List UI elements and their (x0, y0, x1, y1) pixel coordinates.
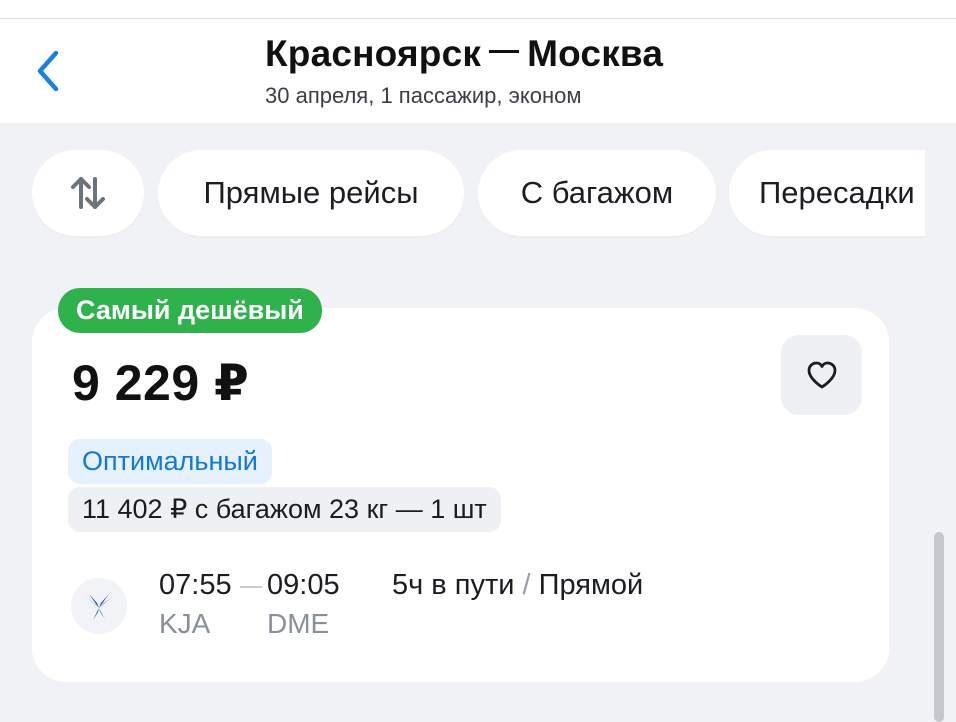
filter-bar: Прямые рейсы С багажом Пересадки (0, 150, 925, 240)
scrollbar[interactable] (934, 532, 944, 722)
filter-chip-baggage[interactable]: С багажом (478, 150, 716, 236)
header: Красноярск Москва 30 апреля, 1 пассажир, … (0, 19, 956, 123)
filter-chip-direct[interactable]: Прямые рейсы (158, 150, 464, 236)
back-button[interactable] (22, 45, 74, 97)
arrival-time: 09:05 (267, 569, 340, 601)
sort-button[interactable] (32, 150, 144, 236)
favorite-button[interactable] (781, 335, 862, 415)
departure-airport-code: KJA (159, 608, 211, 639)
chevron-left-icon (37, 50, 59, 92)
title-from: Красноярск (265, 33, 482, 74)
cheapest-badge: Самый дешёвый (58, 288, 322, 333)
duration-separator: / (522, 569, 531, 601)
title-to: Москва (527, 33, 664, 74)
status-bar-area (0, 0, 956, 19)
flight-type: Прямой (538, 569, 644, 601)
page-subtitle: 30 апреля, 1 пассажир, эконом (265, 83, 582, 108)
optimal-tag: Оптимальный (68, 439, 272, 484)
page-title: Красноярск Москва (265, 33, 663, 75)
heart-icon (807, 361, 836, 389)
airline-bird-icon (85, 594, 113, 620)
departure-time: 07:55 (159, 569, 232, 601)
offer-price: 9 229 ₽ (72, 355, 250, 411)
time-separator (240, 586, 262, 588)
duration-text: 5ч в пути (392, 569, 515, 601)
sort-arrows-icon (71, 177, 105, 209)
airline-logo (71, 578, 127, 634)
baggage-price-tag: 11 402 ₽ с багажом 23 кг — 1 шт (68, 487, 501, 532)
arrival-airport-code: DME (267, 608, 330, 639)
filter-chip-transfers[interactable]: Пересадки (729, 150, 925, 236)
flight-duration: 5ч в пути / Прямой (392, 569, 643, 602)
title-dash (489, 49, 520, 53)
